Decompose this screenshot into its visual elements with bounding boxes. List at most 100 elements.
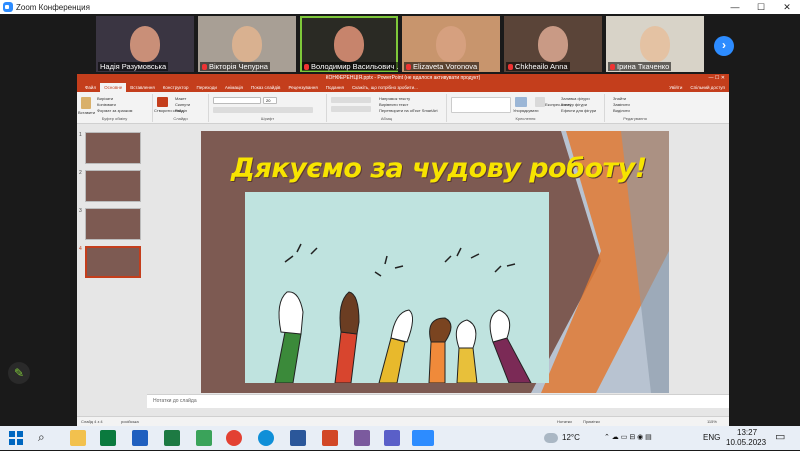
powerpoint-icon[interactable] (322, 430, 338, 446)
participant-tile[interactable]: Ірина Ткаченко (606, 16, 704, 72)
participant-video (538, 26, 568, 62)
shape-effects-button[interactable]: Ефекти для фігури (561, 108, 596, 113)
clapping-hands-illustration (245, 192, 549, 383)
tab-file[interactable]: Файл (81, 83, 100, 92)
minimize-icon[interactable]: — (722, 0, 748, 14)
thumb-number: 1 (79, 132, 82, 138)
replace-button[interactable]: Замінити (613, 102, 630, 107)
font-group: 20 Шрифт (209, 94, 327, 122)
arrange-button[interactable]: Упорядкувати (513, 108, 539, 113)
slide-thumbnail[interactable] (85, 208, 141, 240)
zoom-window-title: Zoom Конференция (16, 3, 90, 12)
tab-animations[interactable]: Анімація (221, 83, 247, 92)
slides-group: Створити слайд Макет Скинути Розділ Слай… (153, 94, 209, 122)
app-icon[interactable] (354, 430, 370, 446)
tab-view[interactable]: Подання (322, 83, 348, 92)
participant-tile[interactable]: Вікторія Чепурна (198, 16, 296, 72)
app-icon[interactable] (384, 430, 400, 446)
arrange-icon[interactable] (515, 97, 527, 107)
slide-thumbnail[interactable] (85, 170, 141, 202)
notifications-icon[interactable]: ▭ (775, 430, 791, 446)
edge-icon[interactable] (258, 430, 274, 446)
align-buttons[interactable] (331, 106, 371, 112)
current-slide[interactable]: Дякуємо за чудову роботу! (201, 131, 669, 393)
tab-slideshow[interactable]: Показ слайдів (247, 83, 284, 92)
tab-home[interactable]: Основне (100, 83, 126, 92)
tab-design[interactable]: Конструктор (159, 83, 193, 92)
new-slide-icon[interactable] (157, 97, 168, 107)
paste-icon[interactable] (81, 97, 91, 109)
annotate-pencil-icon[interactable]: ✎ (8, 362, 30, 384)
comments-toggle[interactable]: Примітки (583, 419, 600, 424)
defender-icon[interactable] (132, 430, 148, 446)
participant-gallery: Надія Разумовська Вікторія Чепурна Волод… (0, 14, 800, 74)
system-tray-icons[interactable]: ⌃ ☁ ▭ ⊟ ◉ ▤ (604, 433, 652, 441)
reset-button[interactable]: Скинути (175, 102, 190, 107)
maximize-icon[interactable]: ☐ (748, 0, 774, 14)
zoom-taskbar-icon[interactable] (412, 430, 434, 446)
participant-tile[interactable]: Elizaveta Voronova (402, 16, 500, 72)
clipboard-group: Вставити Вирізати Копіювати Формат за зр… (77, 94, 153, 122)
utorrent-icon[interactable] (196, 430, 212, 446)
excel-icon[interactable] (164, 430, 180, 446)
font-size-select[interactable]: 20 (263, 97, 277, 104)
participant-name: Володимир Васильович ... (311, 62, 398, 71)
drawing-group-label: Креслення (447, 116, 604, 121)
layout-button[interactable]: Макет (175, 96, 186, 101)
tab-transitions[interactable]: Переходи (192, 83, 220, 92)
participant-tile[interactable]: Chkheailo Anna (504, 16, 602, 72)
search-icon[interactable]: ⌕ (38, 430, 54, 446)
windows-taskbar: ⌕ 12°C ⌃ ☁ ▭ ⊟ ◉ ▤ ENG 13:27 10.05.2023 … (0, 426, 800, 450)
font-name-select[interactable] (213, 97, 261, 104)
font-format-buttons[interactable] (213, 107, 313, 113)
smartart-button[interactable]: Перетворити на об'єкт SmartArt (379, 108, 438, 113)
participant-tile-active-speaker[interactable]: Володимир Васильович ... (300, 16, 398, 72)
shape-outline-button[interactable]: Контур фігури (561, 102, 587, 107)
notes-pane[interactable]: Нотатки до слайда (147, 394, 729, 408)
notes-toggle[interactable]: Нотатки (557, 419, 572, 424)
list-buttons[interactable] (331, 97, 371, 103)
shapes-gallery[interactable] (451, 97, 511, 113)
input-language[interactable]: ENG (703, 433, 720, 442)
text-direction-button[interactable]: Напрямок тексту (379, 96, 410, 101)
clock-time[interactable]: 13:27 (737, 428, 757, 437)
weather-temperature[interactable]: 12°C (562, 433, 580, 442)
section-button[interactable]: Розділ (175, 108, 187, 113)
clock-date[interactable]: 10.05.2023 (726, 438, 766, 447)
language-indicator[interactable]: російська (121, 419, 139, 424)
muted-mic-icon (610, 64, 615, 70)
thumb-number: 2 (79, 170, 82, 176)
select-button[interactable]: Виділити (613, 108, 630, 113)
slide-thumbnail[interactable] (85, 132, 141, 164)
chrome-icon[interactable] (226, 430, 242, 446)
tab-insert[interactable]: Вставлення (126, 83, 159, 92)
quick-styles-icon[interactable] (535, 97, 545, 107)
paste-button[interactable]: Вставити (78, 110, 95, 115)
share-button[interactable]: Спільний доступ (686, 83, 729, 92)
tab-review[interactable]: Рецензування (284, 83, 321, 92)
participant-name: Вікторія Чепурна (209, 62, 268, 71)
windows-start-icon[interactable] (8, 430, 24, 446)
shared-screen-powerpoint: КОНФЕРЕНЦІЯ.pptx - PowerPoint (не вдалос… (77, 74, 729, 426)
format-painter-button[interactable]: Формат за зразком (97, 108, 132, 113)
copy-button[interactable]: Копіювати (97, 102, 116, 107)
zoom-level[interactable]: 115% (707, 419, 717, 424)
zoom-logo-icon (3, 2, 13, 12)
muted-mic-icon (406, 64, 411, 70)
tell-me-search[interactable]: Скажіть, що потрібно зробити... (348, 83, 422, 92)
shape-fill-button[interactable]: Заливка фігури (561, 96, 590, 101)
cut-button[interactable]: Вирізати (97, 96, 113, 101)
thumb-number: 4 (79, 246, 82, 252)
muted-mic-icon (304, 64, 309, 70)
app-icon[interactable] (100, 430, 116, 446)
word-icon[interactable] (290, 430, 306, 446)
find-button[interactable]: Знайти (613, 96, 626, 101)
close-icon[interactable]: ✕ (774, 0, 800, 14)
paragraph-group-label: Абзац (327, 116, 446, 121)
slide-thumbnail-selected[interactable] (85, 246, 141, 278)
chevron-right-icon[interactable]: › (714, 36, 734, 56)
align-text-button[interactable]: Вирівняти текст (379, 102, 408, 107)
sign-in-link[interactable]: Увійти (665, 83, 686, 92)
file-explorer-icon[interactable] (70, 430, 86, 446)
participant-tile[interactable]: Надія Разумовська (96, 16, 194, 72)
